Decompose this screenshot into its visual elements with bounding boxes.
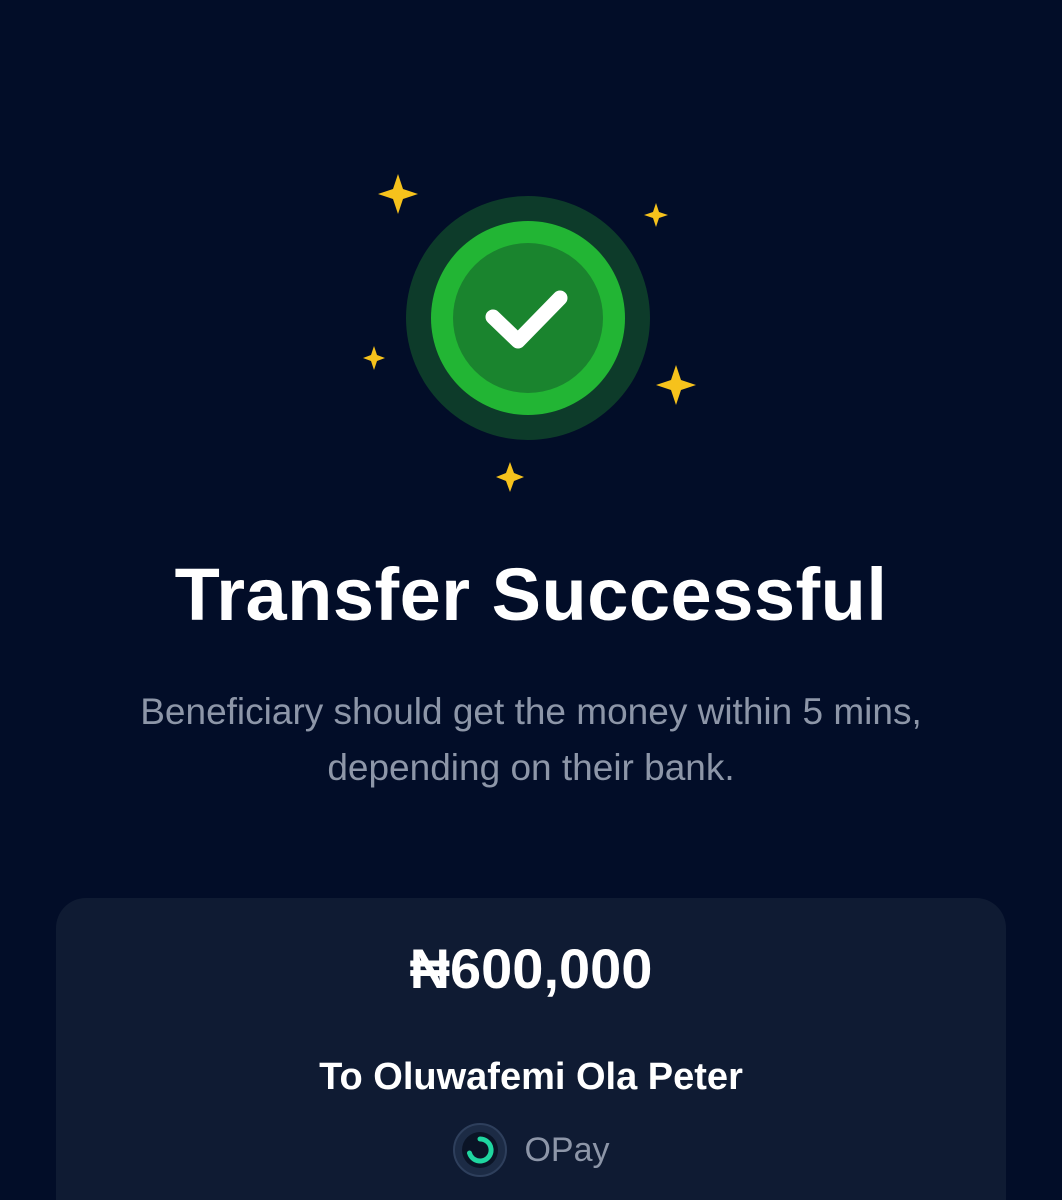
sparkle-icon [378, 174, 418, 214]
check-circle-icon [406, 196, 650, 440]
status-message-line-2: depending on their bank. [327, 747, 735, 788]
status-message-line-1: Beneficiary should get the money within … [140, 691, 922, 732]
bank-name: OPay [524, 1131, 610, 1169]
recipient-name: To Oluwafemi Ola Peter [319, 1056, 743, 1098]
sparkle-icon [644, 203, 668, 227]
sparkle-icon [496, 462, 524, 492]
sparkle-icon [656, 365, 696, 405]
opay-logo [453, 1123, 508, 1177]
recipient-bank: OPay [56, 1120, 1006, 1180]
status-message: Beneficiary should get the money within … [60, 684, 1002, 796]
sparkle-icon [363, 346, 385, 370]
success-graphic [363, 174, 696, 492]
transfer-amount: ₦600,000 [409, 937, 653, 1000]
page-title: Transfer Successful [174, 553, 888, 636]
transfer-summary-card: ₦600,000 To Oluwafemi Ola Peter OPay [56, 898, 1006, 1200]
transfer-success-screen: Transfer Successful Beneficiary should g… [0, 0, 1062, 1200]
